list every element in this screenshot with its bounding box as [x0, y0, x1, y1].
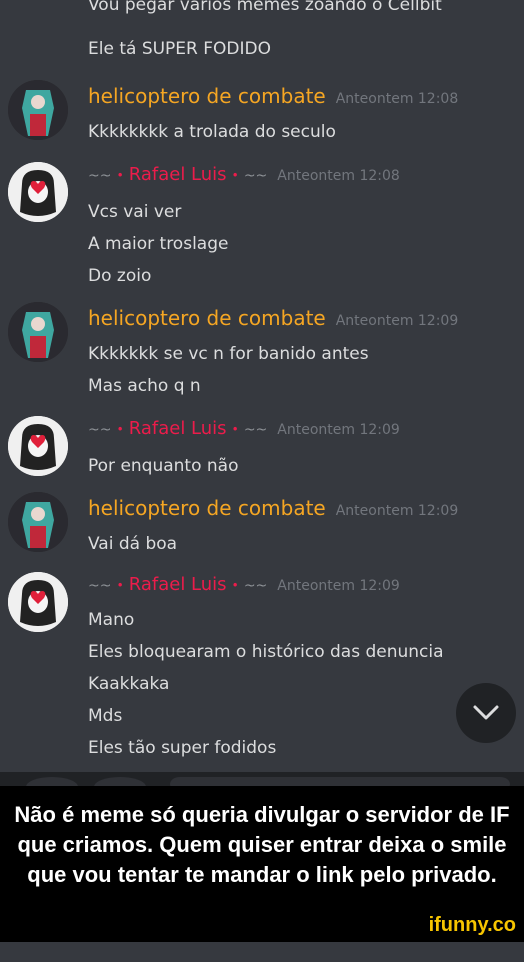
- message-header: helicoptero de combate Anteontem 12:09: [88, 306, 458, 330]
- avatar[interactable]: [8, 80, 68, 140]
- decoration: •: [231, 168, 239, 183]
- avatar[interactable]: [8, 416, 68, 476]
- message-line: Eles tão super fodidos: [88, 738, 277, 758]
- message-line: Mano: [88, 610, 135, 630]
- timestamp: Anteontem 12:09: [277, 422, 400, 438]
- timestamp: Anteontem 12:08: [277, 168, 400, 184]
- decoration: ~~: [243, 168, 268, 184]
- message-line: Ele tá SUPER FODIDO: [88, 39, 271, 59]
- avatar[interactable]: [8, 302, 68, 362]
- message-line: A maior troslage: [88, 234, 229, 254]
- timestamp: Anteontem 12:09: [335, 313, 459, 329]
- message-line: Vai dá boa: [88, 534, 178, 554]
- decoration: ~~: [88, 168, 112, 184]
- message-line: Do zoio: [88, 266, 152, 286]
- decoration: ~~: [243, 422, 268, 438]
- watermark: ifunny.co: [428, 914, 516, 936]
- message-line: Eles bloquearam o histórico das denuncia: [88, 642, 444, 662]
- message-header: ~~ • Rafael Luis • ~~ Anteontem 12:09: [88, 418, 400, 439]
- message-header: ~~ • Rafael Luis • ~~ Anteontem 12:08: [88, 164, 400, 185]
- message-body: Kkkkkkk se vc n for banido antes Mas ach…: [88, 338, 369, 402]
- composer-controls: [0, 773, 524, 797]
- username[interactable]: helicoptero de combate: [88, 306, 326, 330]
- composer-bar: [0, 772, 524, 797]
- decoration: •: [116, 578, 124, 593]
- scroll-to-bottom-button[interactable]: [456, 683, 516, 743]
- timestamp: Anteontem 12:09: [335, 503, 459, 519]
- message-body: Kkkkkkkk a trolada do seculo: [88, 116, 336, 148]
- avatar[interactable]: [8, 492, 68, 552]
- decoration: •: [231, 422, 239, 437]
- message-body: Vai dá boa: [88, 528, 177, 560]
- decoration: •: [116, 422, 124, 437]
- message-line: Por enquanto não: [88, 456, 239, 476]
- message-body: Mano Eles bloquearam o histórico das den…: [88, 604, 444, 764]
- message-line: Kkkkkkk se vc n for banido antes: [88, 344, 369, 364]
- message-header: helicoptero de combate Anteontem 12:08: [88, 84, 458, 108]
- message-header: helicoptero de combate Anteontem 12:09: [88, 496, 458, 520]
- username[interactable]: Rafael Luis: [129, 418, 227, 439]
- message-line: Mds: [88, 706, 123, 726]
- caption-text: Não é meme só queria divulgar o servidor…: [14, 802, 510, 887]
- message-body: Vcs vai ver A maior troslage Do zoio: [88, 196, 228, 292]
- message-line: Vou pegar vários memes zoando o Cellbit: [88, 0, 442, 15]
- username[interactable]: Rafael Luis: [129, 574, 227, 595]
- message-line: Mas acho q n: [88, 376, 201, 396]
- decoration: •: [116, 168, 124, 183]
- chat-area: Vou pegar vários memes zoando o Cellbit …: [0, 0, 524, 780]
- message-line: Kaakkaka: [88, 674, 170, 694]
- username[interactable]: helicoptero de combate: [88, 84, 326, 108]
- decoration: ~~: [88, 422, 112, 438]
- message-line: Kkkkkkkk a trolada do seculo: [88, 122, 336, 142]
- message-line: Vcs vai ver: [88, 202, 182, 222]
- avatar[interactable]: [8, 572, 68, 632]
- message-body: Por enquanto não: [88, 450, 239, 482]
- username[interactable]: helicoptero de combate: [88, 496, 326, 520]
- decoration: •: [231, 578, 239, 593]
- username[interactable]: Rafael Luis: [129, 164, 227, 185]
- timestamp: Anteontem 12:09: [277, 578, 400, 594]
- meme-caption: Não é meme só queria divulgar o servidor…: [0, 786, 524, 942]
- message-header: ~~ • Rafael Luis • ~~ Anteontem 12:09: [88, 574, 400, 595]
- chevron-down-icon: [473, 705, 499, 720]
- decoration: ~~: [243, 578, 268, 594]
- decoration: ~~: [88, 578, 112, 594]
- timestamp: Anteontem 12:08: [335, 91, 459, 107]
- avatar[interactable]: [8, 162, 68, 222]
